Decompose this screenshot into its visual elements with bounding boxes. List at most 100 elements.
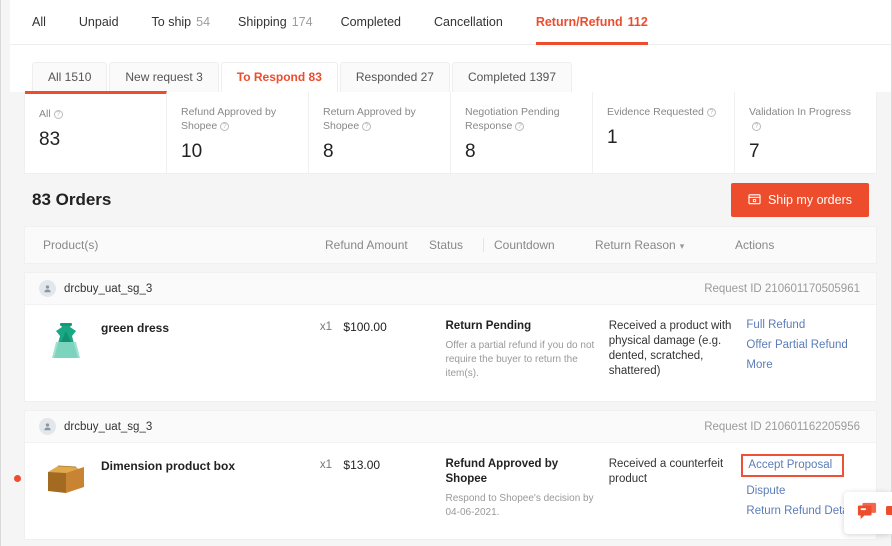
tab-label: Return/Refund (535, 15, 623, 29)
buyer-info[interactable]: drcbuy_uat_sg_3 (39, 418, 152, 435)
stat-value: 7 (749, 141, 760, 162)
status-title: Refund Approved by Shopee (445, 458, 559, 485)
tab-to-ship[interactable]: To ship 54 (152, 0, 211, 45)
return-refund-subtabs: All 1510 New request 3 To Respond 83 Res… (10, 45, 891, 92)
action-offer-partial-refund[interactable]: Offer Partial Refund (746, 339, 847, 351)
return-reason: Received a counterfeit product (608, 458, 724, 485)
stat-card-return-approved-by-shopee[interactable]: Return Approved by Shopee? 8 (309, 92, 451, 173)
tab-cancellation[interactable]: Cancellation (434, 0, 508, 45)
order-status-tabs: All Unpaid To ship 54 Shipping 174 Compl… (10, 0, 891, 45)
stat-card-evidence-requested[interactable]: Evidence Requested? 1 (593, 92, 735, 173)
stat-value: 83 (39, 129, 61, 150)
column-header-return-reason[interactable]: Return Reason ▾ (595, 238, 735, 252)
order-management-page: All Unpaid To ship 54 Shipping 174 Compl… (0, 0, 892, 546)
column-header-status: Status (429, 238, 464, 252)
tab-label: Shipping (238, 15, 287, 29)
avatar (39, 418, 56, 435)
tab-label: Unpaid (78, 15, 119, 29)
subtab-new-request[interactable]: New request 3 (109, 62, 219, 92)
product-cell: green dress (25, 319, 320, 365)
product-name: Dimension product box (101, 459, 236, 473)
stat-value: 10 (181, 141, 203, 162)
buyer-username: drcbuy_uat_sg_3 (64, 282, 153, 295)
tab-label: Completed (340, 15, 402, 29)
tab-count: 174 (291, 15, 313, 29)
stat-card-negotiation-pending-response[interactable]: Negotiation Pending Response? 8 (451, 92, 593, 173)
order-card-header: drcbuy_uat_sg_3 Request ID 2106011622059… (25, 411, 876, 443)
tab-unpaid[interactable]: Unpaid (79, 0, 124, 45)
product-quantity: x1 (319, 321, 332, 333)
status-description: Respond to Shopee's decision by 04-06-20… (445, 493, 594, 518)
tab-count: 54 (196, 15, 211, 29)
info-icon[interactable]: ? (220, 122, 230, 131)
stat-label: Refund Approved by Shopee? (181, 106, 277, 132)
stat-label: Return Approved by Shopee? (323, 106, 416, 132)
unread-indicator-dot (14, 475, 21, 482)
order-card-body: Dimension product box x1 $13.00 Refund A… (25, 443, 876, 539)
action-accept-proposal[interactable]: Accept Proposal (741, 454, 845, 477)
status-filter-cards: All? 83 Refund Approved by Shopee? 10 Re… (24, 91, 877, 174)
info-icon[interactable]: ? (706, 108, 716, 117)
info-icon[interactable]: ? (362, 122, 372, 131)
status-cell: Refund Approved by Shopee Respond to Sho… (446, 457, 609, 520)
stat-card-all[interactable]: All? 83 (25, 91, 167, 173)
product-cell: Dimension product box (25, 457, 320, 503)
action-dispute[interactable]: Dispute (746, 485, 785, 497)
stat-label: Evidence Requested? (607, 105, 720, 119)
tab-completed[interactable]: Completed (341, 0, 406, 45)
stat-label: Negotiation Pending Response? (465, 106, 560, 132)
tab-count: 112 (627, 15, 648, 29)
stat-card-refund-approved-by-shopee[interactable]: Refund Approved by Shopee? 10 (167, 92, 309, 173)
chat-bubble-partial-icon (886, 502, 892, 525)
order-card-body: green dress x1 $100.00 Return Pending Of… (25, 305, 876, 401)
chevron-down-icon: ▾ (679, 241, 685, 251)
chat-widget-edge[interactable] (883, 492, 892, 534)
order-card: drcbuy_uat_sg_3 Request ID 2106011622059… (24, 410, 877, 540)
info-icon[interactable]: ? (53, 110, 63, 119)
actions-cell: Full Refund Offer Partial Refund More (746, 319, 876, 371)
subtab-responded[interactable]: Responded 27 (339, 62, 450, 92)
order-card: drcbuy_uat_sg_3 Request ID 2106011705059… (24, 272, 877, 402)
refund-amount: $100.00 (343, 320, 387, 334)
status-description: Offer a partial refund if you do not req… (445, 340, 595, 379)
product-quantity: x1 (319, 459, 332, 471)
request-id: Request ID 210601170505961 (704, 282, 860, 295)
info-icon[interactable]: ? (515, 122, 525, 131)
stat-card-validation-in-progress[interactable]: Validation In Progress? 7 (735, 92, 876, 173)
buyer-info[interactable]: drcbuy_uat_sg_3 (39, 280, 152, 297)
chat-bubbles-icon (856, 501, 878, 526)
green-dress-thumbnail[interactable] (43, 319, 89, 365)
page-title: 83 Orders (32, 190, 112, 209)
tab-label: Cancellation (434, 15, 503, 29)
ship-button-label: Ship my orders (767, 193, 852, 207)
order-card-header: drcbuy_uat_sg_3 Request ID 2106011705059… (25, 273, 876, 305)
column-header-actions: Actions (735, 238, 775, 252)
column-header-refund-amount: Refund Amount (325, 238, 408, 252)
package-icon (748, 192, 761, 208)
subtab-to-respond[interactable]: To Respond 83 (220, 62, 338, 92)
column-header-product: Product(s) (43, 238, 99, 252)
tab-all[interactable]: All (32, 0, 51, 45)
return-reason: Received a product with physical damage … (608, 320, 732, 377)
info-icon[interactable]: ? (752, 122, 761, 131)
stat-label: All? (39, 107, 152, 121)
subtab-all[interactable]: All 1510 (32, 62, 108, 92)
avatar (39, 280, 56, 297)
tab-return-refund[interactable]: Return/Refund 112 (535, 0, 648, 45)
stat-value: 1 (607, 127, 618, 148)
subtab-completed[interactable]: Completed 1397 (451, 62, 573, 92)
stat-label: Validation In Progress? (749, 106, 851, 131)
orders-table-header: Product(s) Refund Amount Status Countdow… (24, 226, 877, 264)
orders-toolbar: 83 Orders Ship my orders (10, 174, 891, 226)
cardboard-box-thumbnail[interactable] (43, 457, 89, 503)
action-full-refund[interactable]: Full Refund (746, 319, 805, 331)
tab-label: To ship (151, 15, 192, 29)
status-title: Return Pending (445, 320, 532, 332)
stat-value: 8 (465, 141, 476, 162)
action-more[interactable]: More (746, 359, 772, 371)
buyer-username: drcbuy_uat_sg_3 (64, 420, 153, 433)
product-name: green dress (101, 321, 170, 335)
action-return-refund-details[interactable]: Return Refund Details (746, 504, 866, 517)
ship-my-orders-button[interactable]: Ship my orders (730, 183, 869, 217)
tab-shipping[interactable]: Shipping 174 (238, 0, 313, 45)
